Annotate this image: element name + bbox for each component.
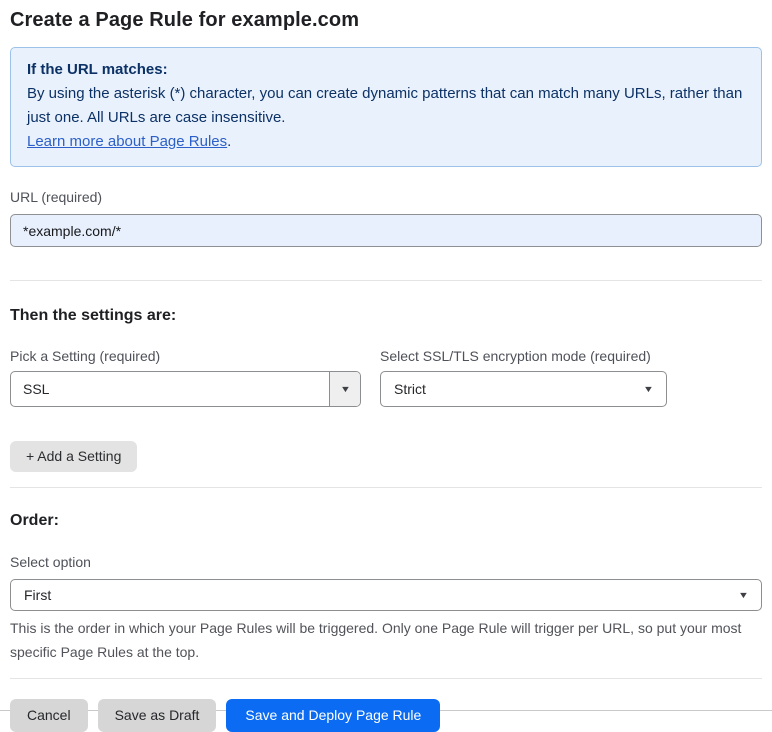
- ssl-mode-column: Select SSL/TLS encryption mode (required…: [380, 348, 667, 407]
- ssl-mode-label: Select SSL/TLS encryption mode (required…: [380, 348, 651, 364]
- chevron-down-icon: ▼: [642, 383, 655, 394]
- ssl-mode-select-value: Strict: [394, 381, 426, 397]
- footer-actions: Cancel Save as Draft Save and Deploy Pag…: [10, 699, 762, 732]
- page-title: Create a Page Rule for example.com: [10, 9, 360, 31]
- order-select[interactable]: First ▼: [10, 579, 762, 611]
- learn-more-link[interactable]: Learn more about Page Rules: [27, 133, 227, 150]
- pick-setting-label: Pick a Setting (required): [10, 348, 161, 364]
- divider: [10, 487, 762, 488]
- setting-select-arrow-button[interactable]: ▼: [329, 372, 360, 406]
- callout-link-line: Learn more about Page Rules.: [27, 130, 745, 154]
- create-page-rule-form: Create a Page Rule for example.com If th…: [0, 0, 772, 732]
- chevron-down-icon: ▼: [737, 589, 750, 600]
- order-select-label: Select option: [10, 554, 91, 570]
- cancel-button[interactable]: Cancel: [10, 699, 88, 732]
- pick-setting-column: Pick a Setting (required) SSL ▼: [10, 348, 361, 407]
- setting-select-value: SSL: [23, 381, 50, 397]
- url-input[interactable]: [10, 214, 762, 247]
- url-matches-callout: If the URL matches: By using the asteris…: [10, 47, 762, 167]
- setting-select[interactable]: SSL ▼: [10, 371, 361, 407]
- save-deploy-button[interactable]: Save and Deploy Page Rule: [226, 699, 441, 732]
- divider: [10, 678, 762, 679]
- order-select-value: First: [24, 587, 52, 603]
- save-draft-button[interactable]: Save as Draft: [97, 699, 217, 732]
- order-help-text: This is the order in which your Page Rul…: [10, 620, 742, 660]
- settings-row: Pick a Setting (required) SSL ▼ Select S…: [10, 348, 762, 407]
- callout-heading: If the URL matches:: [27, 61, 168, 78]
- divider: [10, 280, 762, 281]
- order-section-heading: Order:: [10, 512, 59, 529]
- settings-section-heading: Then the settings are:: [10, 307, 177, 324]
- ssl-mode-select[interactable]: Strict ▼: [380, 371, 667, 407]
- link-suffix: .: [227, 133, 232, 150]
- add-setting-button[interactable]: + Add a Setting: [10, 441, 138, 472]
- chevron-down-icon: ▼: [339, 383, 351, 394]
- callout-body: By using the asterisk (*) character, you…: [27, 85, 743, 126]
- url-label: URL (required): [10, 189, 103, 205]
